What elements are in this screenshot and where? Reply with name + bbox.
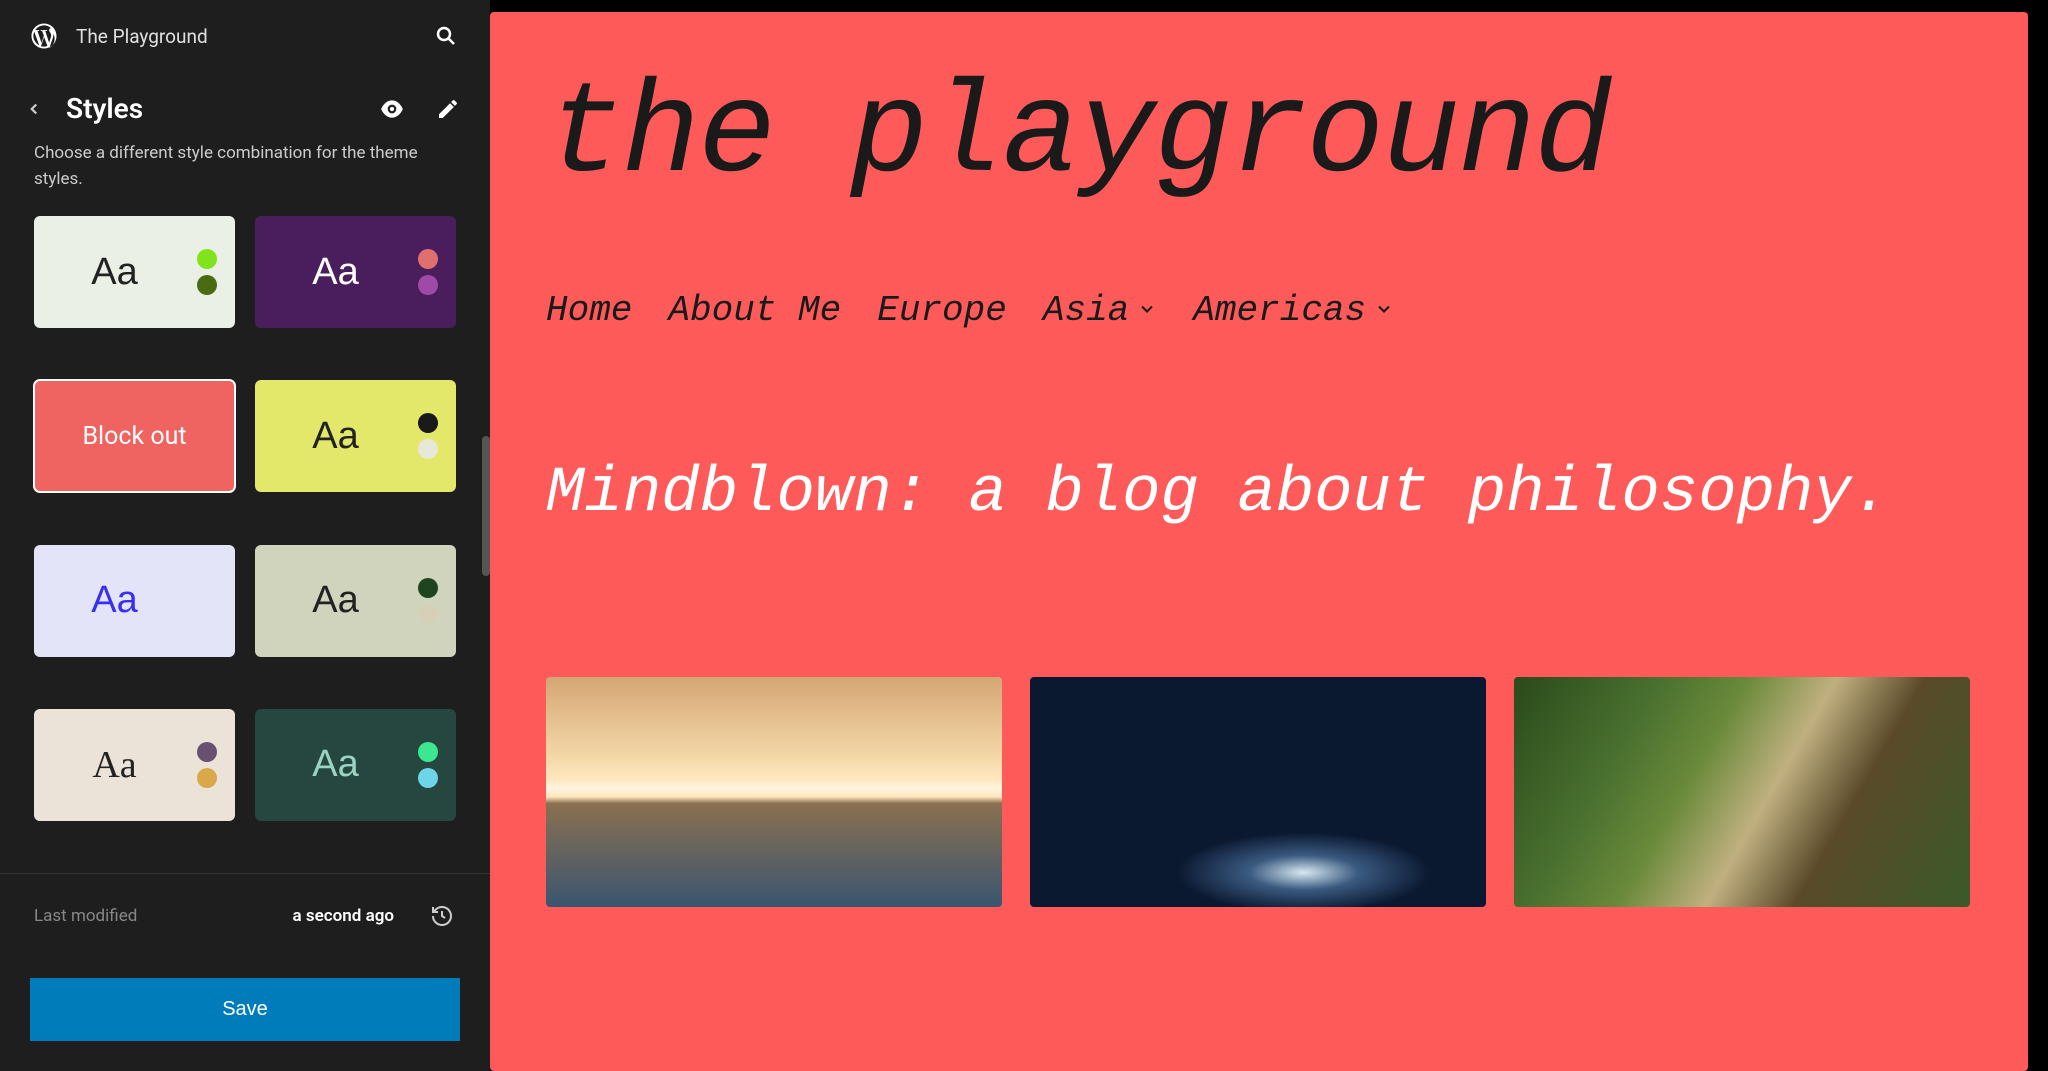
color-dots <box>418 578 438 624</box>
footer-row: Last modified a second ago <box>0 873 490 958</box>
sidebar: The Playground Styles Choose a different… <box>0 0 490 1071</box>
revisions-icon[interactable] <box>428 902 456 930</box>
panel-description: Choose a different style combination for… <box>0 141 490 216</box>
panel-actions <box>378 95 462 123</box>
color-dot <box>197 768 217 788</box>
preview-posts-row <box>546 677 1972 907</box>
post-card[interactable] <box>1030 677 1486 907</box>
chevron-down-icon <box>1374 299 1394 326</box>
color-dot <box>197 742 217 762</box>
style-sample-text: Aa <box>92 743 136 787</box>
nav-item[interactable]: Asia <box>1043 290 1157 331</box>
color-dot <box>418 768 438 788</box>
style-variation-label: Block out <box>82 422 186 451</box>
color-dots <box>418 413 438 459</box>
style-sample-text: Aa <box>312 415 358 458</box>
nav-item[interactable]: Americas <box>1193 290 1394 331</box>
preview-site-title[interactable]: the playground <box>546 72 1972 202</box>
nav-item-label: About Me <box>668 290 841 331</box>
style-sample-text: Aa <box>312 579 358 622</box>
preview-pane: the playground Home About Me Europe Asia Ame… <box>490 0 2048 1071</box>
nav-item[interactable]: About Me <box>668 290 841 331</box>
style-variation-card[interactable]: Aa <box>255 545 456 657</box>
nav-item-label: Asia <box>1043 290 1129 331</box>
site-name[interactable]: The Playground <box>76 25 414 48</box>
panel-title: Styles <box>66 92 360 125</box>
post-card[interactable] <box>546 677 1002 907</box>
style-variation-card[interactable]: Aa <box>34 709 235 821</box>
style-sample-text: Aa <box>312 743 358 786</box>
scrollbar[interactable] <box>482 436 490 576</box>
color-dot <box>418 742 438 762</box>
style-variation-card[interactable]: Aa <box>255 216 456 328</box>
preview-nav: Home About Me Europe Asia Americas <box>546 290 1972 331</box>
style-sample-text: Aa <box>91 251 137 294</box>
save-row: Save <box>0 958 490 1071</box>
search-icon[interactable] <box>430 20 462 52</box>
color-dots <box>418 249 438 295</box>
color-dot <box>418 578 438 598</box>
back-button[interactable] <box>20 95 48 123</box>
panel-header: Styles <box>0 72 490 141</box>
nav-item[interactable]: Home <box>546 290 632 331</box>
color-dots <box>197 249 217 295</box>
styles-grid: Aa Aa Block out Aa Aa Aa Aa Aa <box>0 216 490 853</box>
edit-icon[interactable] <box>434 95 462 123</box>
chevron-down-icon <box>1137 299 1157 326</box>
style-sample-text: Aa <box>91 579 137 622</box>
stylebook-icon[interactable] <box>378 95 406 123</box>
post-card[interactable] <box>1514 677 1970 907</box>
nav-item-label: Home <box>546 290 632 331</box>
save-button[interactable]: Save <box>30 978 460 1041</box>
style-variation-card[interactable]: Block out <box>34 380 235 492</box>
color-dot <box>418 439 438 459</box>
preview-tagline: Mindblown: a blog about philosophy. <box>546 451 1972 537</box>
nav-item-label: Americas <box>1193 290 1366 331</box>
wordpress-logo-icon[interactable] <box>28 20 60 52</box>
topbar: The Playground <box>0 0 490 72</box>
color-dot <box>197 249 217 269</box>
style-variation-card[interactable]: Aa <box>34 545 235 657</box>
style-sample-text: Aa <box>312 251 358 294</box>
color-dots <box>197 742 217 788</box>
style-variation-card[interactable]: Aa <box>255 709 456 821</box>
preview-frame[interactable]: the playground Home About Me Europe Asia Ame… <box>490 12 2028 1071</box>
color-dot <box>418 275 438 295</box>
style-variation-card[interactable]: Aa <box>255 380 456 492</box>
nav-item[interactable]: Europe <box>877 290 1007 331</box>
color-dot <box>418 413 438 433</box>
color-dot <box>418 604 438 624</box>
last-modified-label: Last modified <box>34 906 293 926</box>
last-modified-value: a second ago <box>293 906 394 926</box>
nav-item-label: Europe <box>877 290 1007 331</box>
color-dots <box>418 742 438 788</box>
color-dot <box>197 275 217 295</box>
style-variation-card[interactable]: Aa <box>34 216 235 328</box>
color-dot <box>418 249 438 269</box>
